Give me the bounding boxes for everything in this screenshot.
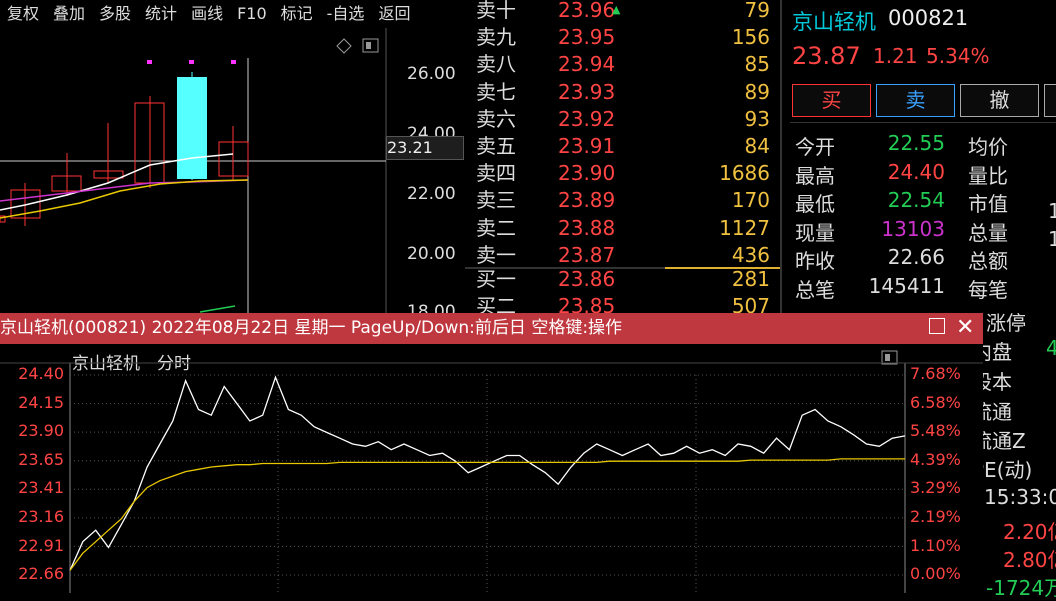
current-price: 23.87 [792,42,861,70]
orderbook-divider-accent [665,267,780,269]
stat-value: 24.40 [887,159,945,184]
orderbook-volume: 170 [731,188,770,213]
side-inner-value: 4 [1046,336,1056,360]
stat-value: 22.66 [887,245,945,269]
stat-label-2: 总量 [968,220,1008,245]
orderbook-volume: 84 [744,134,770,158]
orderbook-volume: 1686 [719,161,770,186]
orderbook-price: 23.96 [558,0,616,22]
kline-chart[interactable] [0,28,465,313]
orderbook-price: 23.92 [558,106,616,131]
orderbook-volume: 89 [744,79,770,104]
orderbook-level: 卖五 [476,134,516,158]
orderbook-price: 23.89 [558,188,616,213]
orderbook-row[interactable]: 卖九 23.95 156 [465,24,780,51]
orderbook-level: 卖三 [476,188,516,213]
orderbook-price: 23.95 [558,25,616,50]
stat-label-2: 每笔 [968,277,1008,302]
orderbook-price: 23.90 [558,161,616,186]
side-flow-1: 2.20亿 [1003,520,1056,544]
price-change-pct: 5.34% [926,44,990,68]
orderbook-row[interactable]: 买一 23.86 281 [465,266,780,293]
stat-label-2: 总额 [968,249,1008,273]
toolbar-draw-line[interactable]: 画线 [184,0,230,28]
price-up-arrow-icon: ▲ [612,3,621,16]
more-actions-button[interactable] [1044,84,1056,117]
side-time: 15:33:06 [984,485,1056,509]
toolbar-mark[interactable]: 标记 [274,0,320,28]
orderbook-price: 23.87 [558,242,616,267]
toolbar-statistics[interactable]: 统计 [138,0,184,28]
stat-label-2: 市值 [968,192,1008,216]
kline-axis-label: 20.00 [407,244,456,264]
stat-value: 22.54 [887,188,945,212]
orderbook-level: 卖二 [476,215,516,240]
kline-axis-label: 22.00 [407,184,456,204]
orderbook-row[interactable]: 卖六 23.92 93 [465,106,780,133]
stat-value-partial: 1 [1048,227,1056,251]
orderbook-price: 23.94 [558,52,616,77]
orderbook-price: 23.93 [558,79,616,104]
orderbook-level: 卖四 [476,161,516,186]
toolbar-overlay[interactable]: 叠加 [46,0,92,28]
orderbook-row[interactable]: 卖一 23.87 436 [465,242,780,269]
orderbook-row[interactable]: 卖七 23.93 89 [465,79,780,106]
toolbar-f10[interactable]: F10 [230,0,274,28]
stat-label: 今开 [795,135,835,159]
stat-value: 13103 [881,216,945,241]
orderbook-level: 卖六 [476,106,516,131]
stat-label-2: 量比 [968,163,1008,188]
price-change: 1.21 [873,44,918,68]
chart-toolbar: 复权 叠加 多股 统计 画线 F10 标记 -自选 返回 [0,0,462,28]
orderbook-row[interactable]: 卖二 23.88 1127 [465,215,780,242]
intraday-chart[interactable] [0,313,983,593]
orderbook-volume: 79 [744,0,770,22]
orderbook-level: 卖一 [476,242,516,267]
orderbook-row[interactable]: 卖四 23.90 1686 [465,160,780,187]
stat-label: 昨收 [795,249,835,273]
orderbook-volume: 93 [744,106,770,131]
buy-button[interactable]: 买 [792,84,871,117]
stat-label: 总笔 [795,277,835,302]
side-flow-2: 2.80亿 [1003,548,1056,572]
toolbar-back[interactable]: 返回 [371,0,417,28]
crosshair-price-label: 23.21 [386,136,464,160]
kline-axis-label: 26.00 [407,64,456,84]
stock-name: 京山轻机 [792,10,876,34]
stat-label-2: 均价 [968,135,1008,159]
orderbook-row[interactable]: 卖五 23.91 84 [465,133,780,160]
orderbook-level: 卖八 [476,52,516,77]
orderbook-row[interactable]: 卖三 23.89 170 [465,187,780,214]
stock-code: 000821 [888,6,969,30]
stat-value: 145411 [868,273,945,298]
intraday-price-line [69,375,906,571]
orderbook-row[interactable]: 卖八 23.94 85 [465,51,780,78]
orderbook-volume: 436 [731,242,770,267]
toolbar-remove-watchlist[interactable]: -自选 [320,0,372,28]
orderbook-row[interactable]: 卖十 23.96 79 [465,0,780,24]
orderbook-level: 卖九 [476,25,516,50]
orderbook-level: 买一 [476,267,516,291]
stat-label: 最高 [795,163,835,188]
stat-value: 22.55 [887,131,945,155]
orderbook-price: 23.91 [558,134,616,158]
sell-button[interactable]: 卖 [876,84,955,117]
orderbook-volume: 1127 [719,215,770,240]
side-flow-3: -1724万 [986,576,1056,600]
toolbar-multi-stock[interactable]: 多股 [92,0,138,28]
orderbook-volume: 156 [731,25,770,50]
orderbook-level: 卖十 [476,0,516,22]
stat-value-partial: 1 [1048,199,1056,223]
cancel-order-button[interactable]: 撤 [960,84,1039,117]
side-limit-up: 涨停 [986,311,1026,335]
orderbook-price: 23.86 [558,267,616,291]
orderbook-price: 23.88 [558,215,616,240]
orderbook-level: 卖七 [476,79,516,104]
orderbook-volume: 281 [731,267,770,291]
stat-label: 最低 [795,192,835,216]
toolbar-restore-rights[interactable]: 复权 [0,0,46,28]
stat-label: 现量 [795,220,835,245]
orderbook-volume: 85 [744,52,770,77]
